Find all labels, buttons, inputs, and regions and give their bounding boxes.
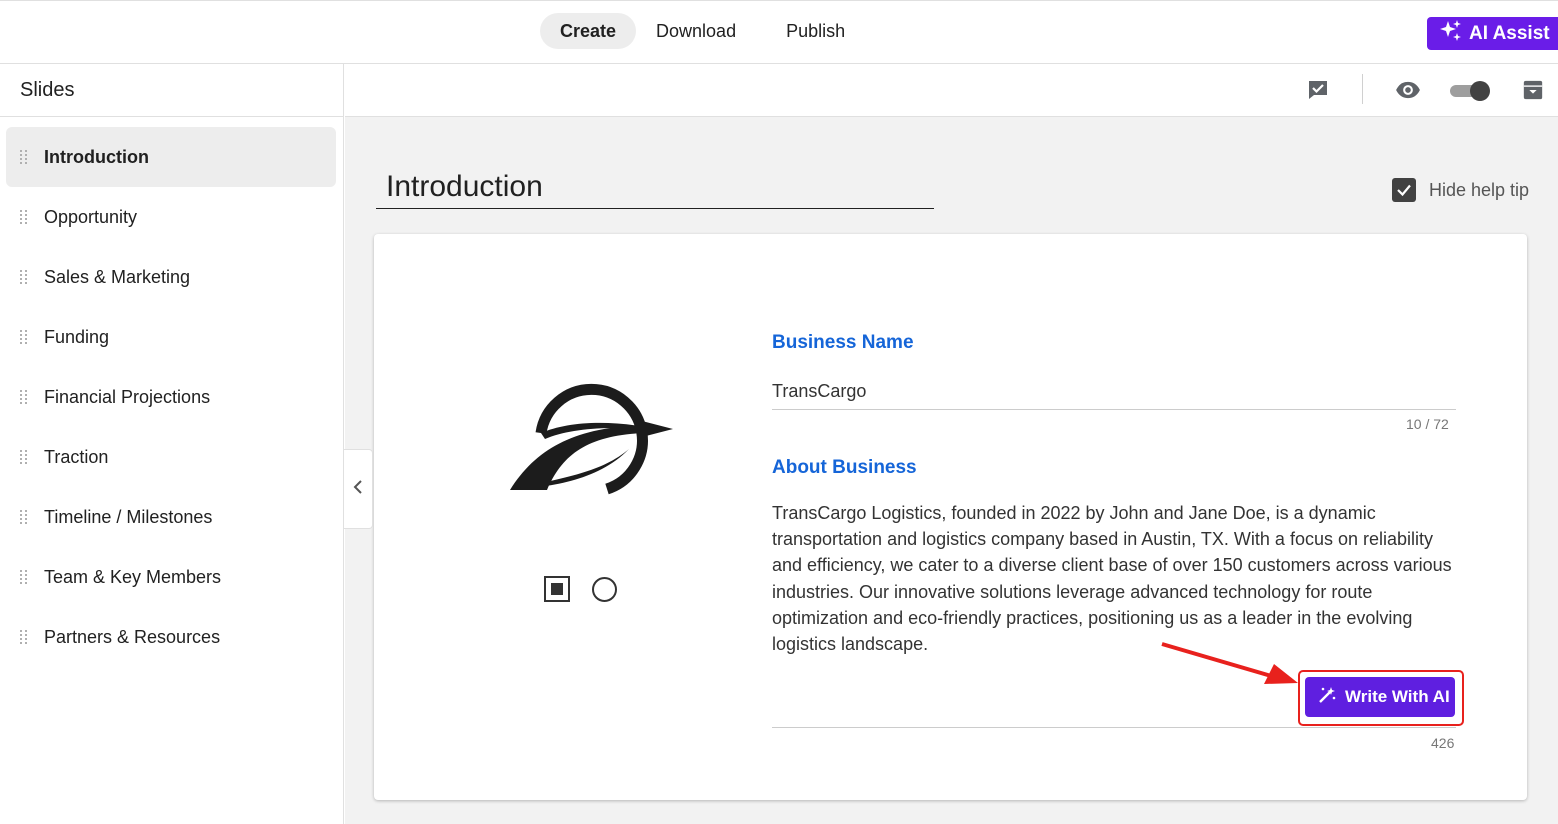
- drag-handle-icon[interactable]: [20, 208, 28, 226]
- sidebar-item-label: Timeline / Milestones: [44, 506, 213, 527]
- sidebar-item-team-key-members[interactable]: Team & Key Members: [6, 547, 336, 607]
- drag-handle-icon[interactable]: [20, 568, 28, 586]
- sidebar-item-label: Traction: [44, 446, 109, 467]
- about-business-counter: 426: [1431, 735, 1455, 751]
- sidebar-item-label: Opportunity: [44, 206, 138, 227]
- eye-icon[interactable]: [1395, 77, 1421, 103]
- sidebar-item-label: Funding: [44, 326, 110, 347]
- magic-wand-icon: [1317, 685, 1337, 710]
- business-name-label: Business Name: [772, 332, 914, 353]
- slide-title: Introduction: [386, 170, 543, 203]
- sidebar-item-label: Team & Key Members: [44, 566, 222, 587]
- comment-check-icon[interactable]: [1305, 77, 1331, 103]
- sidebar-item-label: Introduction: [44, 146, 149, 167]
- sidebar-item-label: Sales & Marketing: [44, 266, 191, 287]
- slide-title-field[interactable]: Introduction: [376, 164, 934, 209]
- preview-toggle[interactable]: [1450, 80, 1490, 101]
- tab-create[interactable]: Create: [540, 13, 637, 49]
- toolbar-divider: [1362, 74, 1363, 104]
- drag-handle-icon[interactable]: [20, 388, 28, 406]
- sidebar-item-traction[interactable]: Traction: [6, 427, 336, 487]
- sidebar-item-funding[interactable]: Funding: [6, 307, 336, 367]
- sidebar-item-sales-marketing[interactable]: Sales & Marketing: [6, 247, 336, 307]
- business-name-counter: 10 / 72: [1406, 416, 1449, 432]
- write-with-ai-button[interactable]: Write With AI: [1305, 677, 1455, 717]
- collapse-sidebar-button[interactable]: [344, 449, 373, 529]
- sidebar-item-opportunity[interactable]: Opportunity: [6, 187, 336, 247]
- slides-sidebar: Slides Introduction Opportunity Sales & …: [0, 64, 344, 824]
- hide-help-tip-checkbox[interactable]: Hide help tip: [1392, 178, 1529, 202]
- ai-assist-label: AI Assist: [1469, 22, 1550, 44]
- top-bar: Create Download Publish AI Assist: [0, 0, 1558, 64]
- top-tabs: Create Download Publish: [540, 13, 875, 49]
- sidebar-item-label: Partners & Resources: [44, 626, 221, 647]
- sidebar-item-financial-projections[interactable]: Financial Projections: [6, 367, 336, 427]
- slide-list: Introduction Opportunity Sales & Marketi…: [6, 127, 336, 667]
- slide-card: Business Name TransCargo 10 / 72 About B…: [374, 234, 1527, 800]
- sidebar-item-timeline-milestones[interactable]: Timeline / Milestones: [6, 487, 336, 547]
- business-logo[interactable]: [507, 377, 673, 497]
- editor-toolbar: [345, 64, 1558, 117]
- archive-icon[interactable]: [1520, 77, 1546, 103]
- drag-handle-icon[interactable]: [20, 448, 28, 466]
- logo-square-option[interactable]: [544, 576, 570, 602]
- ai-assist-button[interactable]: AI Assist: [1427, 17, 1558, 50]
- sidebar-item-introduction[interactable]: Introduction: [6, 127, 336, 187]
- about-business-label: About Business: [772, 457, 917, 478]
- sidebar-item-partners-resources[interactable]: Partners & Resources: [6, 607, 336, 667]
- business-name-input[interactable]: TransCargo: [772, 374, 1456, 410]
- toggle-knob: [1470, 81, 1490, 101]
- hide-help-tip-label: Hide help tip: [1429, 179, 1530, 200]
- sidebar-title: Slides: [0, 64, 343, 117]
- checkbox-checked-icon[interactable]: [1392, 178, 1416, 202]
- drag-handle-icon[interactable]: [20, 628, 28, 646]
- main-content: Introduction Hide help tip Business Name…: [345, 64, 1558, 824]
- tab-download[interactable]: Download: [636, 13, 766, 49]
- chevron-left-icon: [352, 479, 364, 500]
- sidebar-item-label: Financial Projections: [44, 386, 211, 407]
- drag-handle-icon[interactable]: [20, 508, 28, 526]
- red-arrow-annotation: [1161, 642, 1298, 684]
- drag-handle-icon[interactable]: [20, 268, 28, 286]
- logo-circle-option[interactable]: [592, 577, 617, 602]
- drag-handle-icon[interactable]: [20, 328, 28, 346]
- tab-publish[interactable]: Publish: [766, 13, 875, 49]
- sparkle-icon: [1439, 19, 1463, 49]
- drag-handle-icon[interactable]: [20, 148, 28, 166]
- write-with-ai-label: Write With AI: [1345, 687, 1450, 706]
